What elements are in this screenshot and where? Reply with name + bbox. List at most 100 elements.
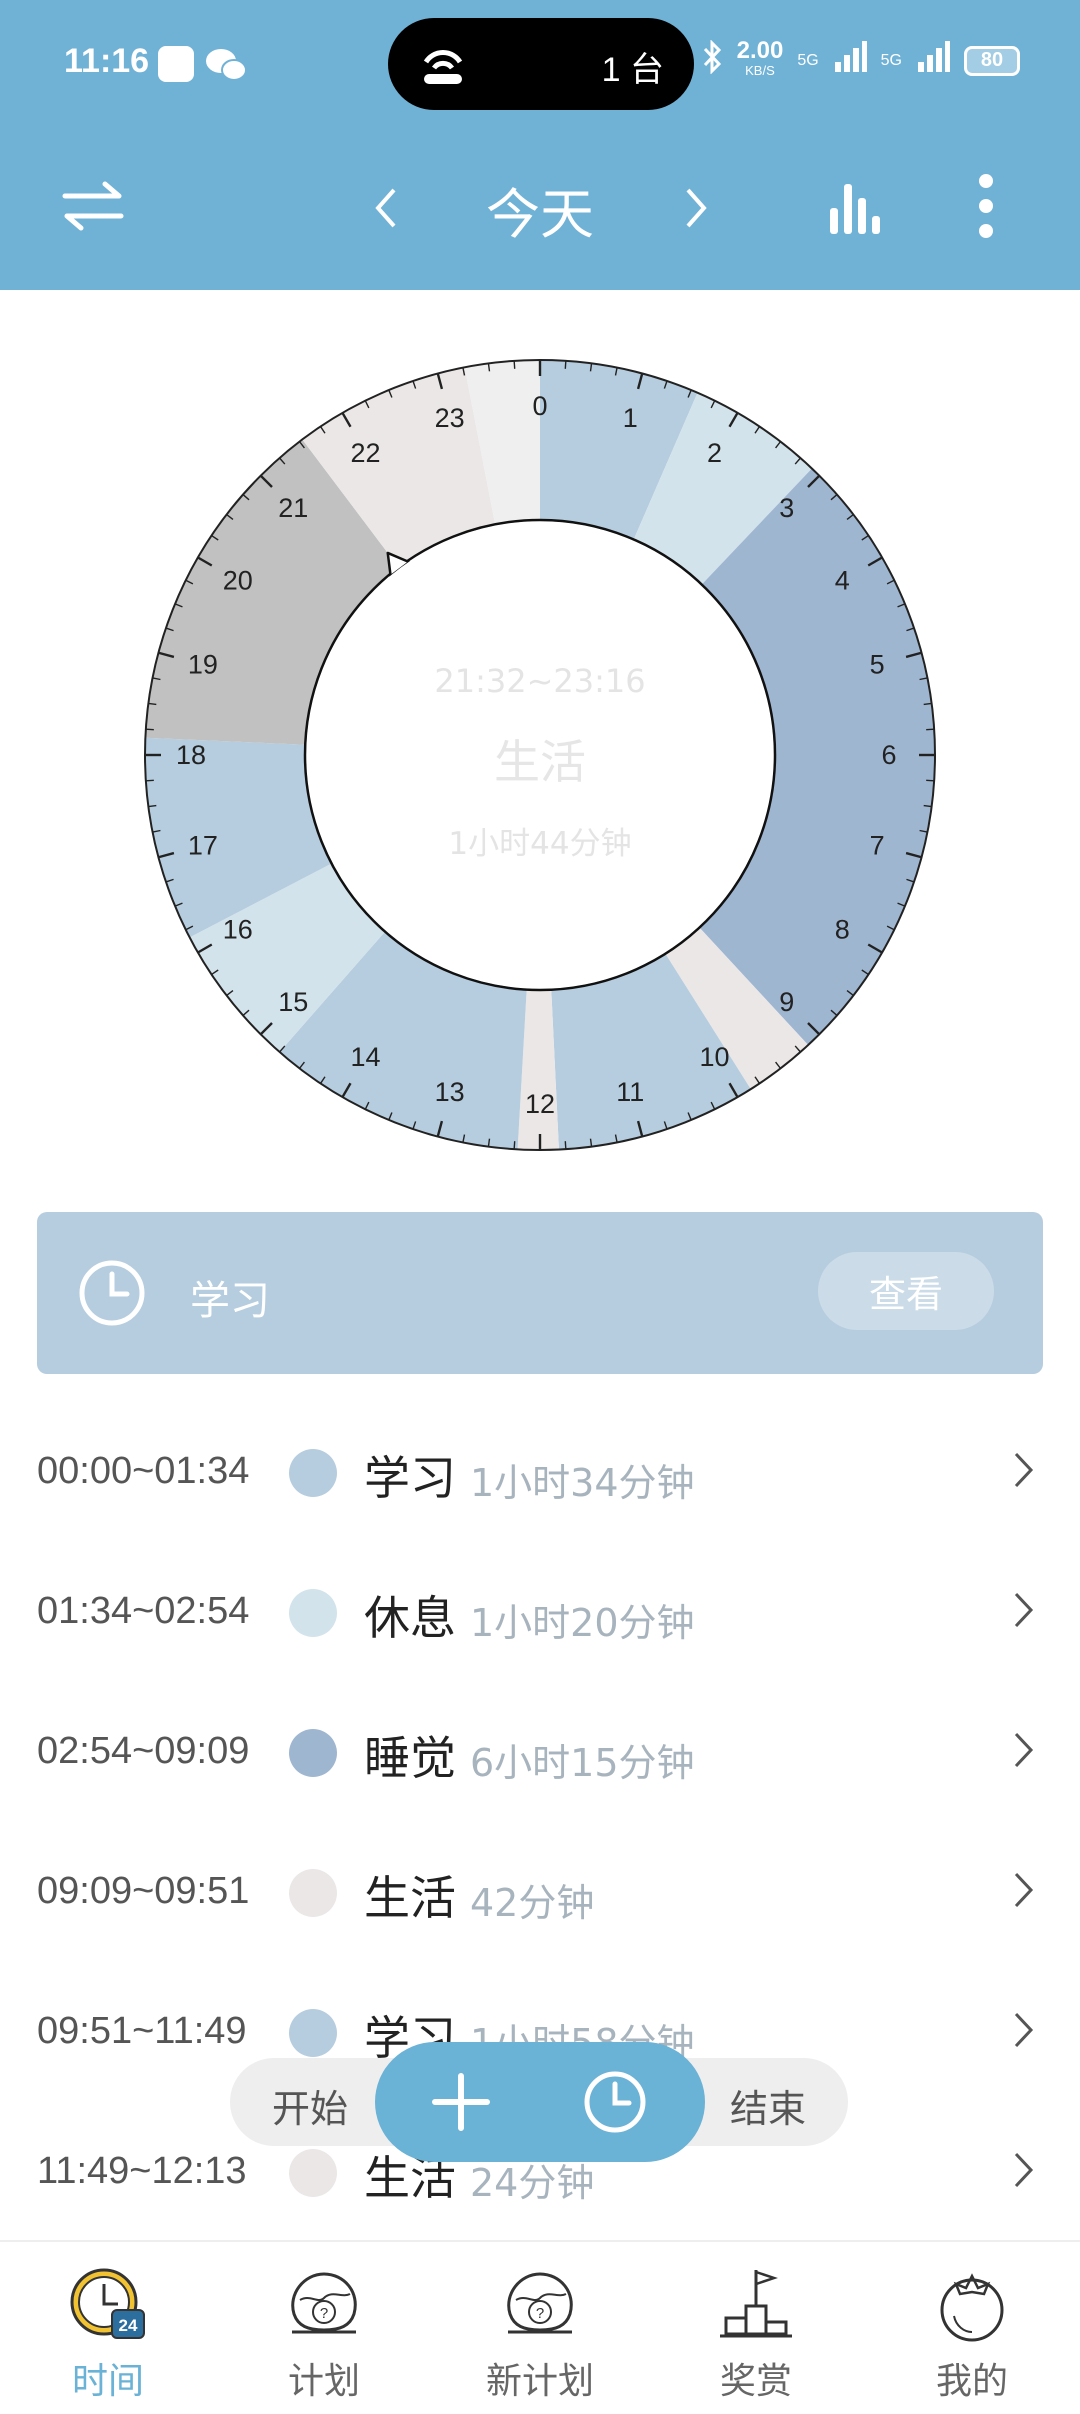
wechat-icon	[204, 46, 248, 88]
record-category: 睡觉	[364, 1731, 456, 1785]
chevron-right-icon[interactable]	[1012, 1588, 1036, 1636]
hour-label: 22	[350, 438, 380, 468]
hour-label: 4	[835, 566, 850, 596]
nav-item-reward[interactable]: 奖赏	[648, 2242, 864, 2414]
clock-center-duration: 1小时44分钟	[448, 826, 632, 862]
hour-label: 0	[532, 391, 547, 421]
record-row[interactable]: 00:00~01:34 学习 1小时34分钟	[0, 1406, 1080, 1546]
current-activity-card[interactable]: 学习 查看	[37, 1212, 1043, 1374]
record-time: 11:49~12:13	[37, 2150, 247, 2192]
record-row[interactable]: 09:09~09:51 生活 42分钟	[0, 1826, 1080, 1966]
svg-text:?: ?	[536, 2305, 544, 2322]
nav-item-mine[interactable]: 我的	[864, 2242, 1080, 2414]
chevron-left-icon	[375, 188, 396, 228]
record-time: 00:00~01:34	[37, 1450, 250, 1492]
app-header: 11:16 1 台 2.00 KB/S 5G 5G 80 今天	[0, 0, 1080, 290]
signal-bars-icon	[833, 40, 867, 81]
record-duration: 1小时34分钟	[470, 1461, 695, 1505]
statistics-button[interactable]	[818, 176, 890, 240]
chevron-right-icon[interactable]	[1012, 1868, 1036, 1916]
category-color-dot	[289, 1589, 337, 1637]
record-category: 生活	[364, 1871, 456, 1925]
view-button[interactable]: 查看	[818, 1252, 994, 1330]
record-row[interactable]: 02:54~09:09 睡觉 6小时15分钟	[0, 1686, 1080, 1826]
clock-tick	[564, 1141, 567, 1150]
category-color-dot	[289, 1449, 337, 1497]
hour-label: 12	[525, 1089, 555, 1119]
signal-bars-icon	[916, 40, 950, 81]
chevron-right-icon	[686, 188, 707, 228]
chevron-right-icon[interactable]	[1012, 1728, 1036, 1776]
record-time: 09:09~09:51	[37, 1870, 250, 1912]
hour-label: 1	[623, 403, 638, 433]
notification-app-icon	[158, 46, 194, 82]
tomato-icon	[940, 2273, 1004, 2342]
record-duration: 42分钟	[470, 1881, 595, 1925]
nav-item-time[interactable]: 24 时间	[0, 2242, 216, 2414]
next-day-button[interactable]	[672, 178, 722, 238]
record-duration: 6小时15分钟	[470, 1741, 695, 1785]
record-time: 09:51~11:49	[37, 2010, 247, 2052]
clock-icon[interactable]	[583, 2070, 647, 2134]
signal-1-label: 5G	[797, 51, 819, 69]
hour-label: 15	[278, 987, 308, 1017]
clock-24-icon: 24	[70, 2268, 145, 2339]
hour-label: 16	[223, 915, 253, 945]
category-color-dot	[289, 2149, 337, 2197]
clock-tick	[513, 1141, 516, 1150]
bar-chart-icon	[830, 184, 880, 234]
swap-button[interactable]	[58, 176, 128, 236]
clock-tick	[564, 360, 567, 369]
clock-icon	[79, 1260, 145, 1326]
status-time: 11:16	[64, 42, 150, 80]
nav-item-new-plan[interactable]: ? 新计划	[432, 2242, 648, 2414]
chevron-right-icon[interactable]	[1012, 2008, 1036, 2056]
hotspot-icon	[418, 40, 468, 92]
plus-icon[interactable]	[431, 2072, 491, 2132]
hour-label: 21	[278, 493, 308, 523]
record-time: 01:34~02:54	[37, 1590, 250, 1632]
dynamic-island[interactable]: 1 台	[388, 18, 694, 110]
category-color-dot	[289, 1729, 337, 1777]
swap-icon	[62, 181, 124, 231]
add-record-fab[interactable]	[375, 2042, 705, 2162]
podium-flag-icon	[720, 2270, 792, 2338]
bottom-nav: 24 时间 ? 计划 ? 新计划 奖赏 我的	[0, 2240, 1080, 2414]
svg-text:24: 24	[119, 2316, 138, 2335]
network-speed: 2.00 KB/S	[736, 36, 784, 78]
start-button[interactable]: 开始	[272, 2078, 348, 2133]
hour-label: 13	[435, 1077, 465, 1107]
record-category: 学习	[364, 1451, 456, 1505]
chevron-right-icon[interactable]	[1012, 2148, 1036, 2196]
hour-label: 10	[699, 1042, 729, 1072]
hour-label: 14	[350, 1042, 380, 1072]
status-right-group: 2.00 KB/S 5G 5G 80	[701, 36, 1020, 81]
hour-label: 8	[835, 915, 850, 945]
clock-tick	[513, 360, 516, 369]
category-color-dot	[289, 1869, 337, 1917]
category-color-dot	[289, 2009, 337, 2057]
record-duration: 1小时20分钟	[470, 1601, 695, 1645]
more-button[interactable]	[966, 170, 1006, 242]
record-time: 02:54~09:09	[37, 1730, 250, 1772]
chevron-right-icon[interactable]	[1012, 1448, 1036, 1496]
hour-label: 3	[779, 493, 794, 523]
clock-center-category: 生活	[494, 735, 586, 789]
svg-text:?: ?	[320, 2305, 328, 2322]
hour-label: 23	[435, 403, 465, 433]
clock-center-range: 21:32~23:16	[434, 662, 646, 700]
brain-icon: ?	[507, 2272, 573, 2334]
record-category: 休息	[364, 1591, 456, 1645]
hour-label: 11	[616, 1077, 644, 1107]
previous-day-button[interactable]	[360, 178, 410, 238]
page-title: 今天	[486, 183, 594, 246]
end-button[interactable]: 结束	[730, 2078, 806, 2133]
bluetooth-icon	[701, 39, 723, 81]
signal-2-label: 5G	[880, 51, 902, 69]
current-activity-label: 学习	[190, 1278, 270, 1324]
hour-label: 2	[707, 438, 722, 468]
brain-icon: ?	[291, 2272, 357, 2334]
nav-item-plan[interactable]: ? 计划	[216, 2242, 432, 2414]
more-vertical-icon	[979, 174, 993, 238]
record-row[interactable]: 01:34~02:54 休息 1小时20分钟	[0, 1546, 1080, 1686]
